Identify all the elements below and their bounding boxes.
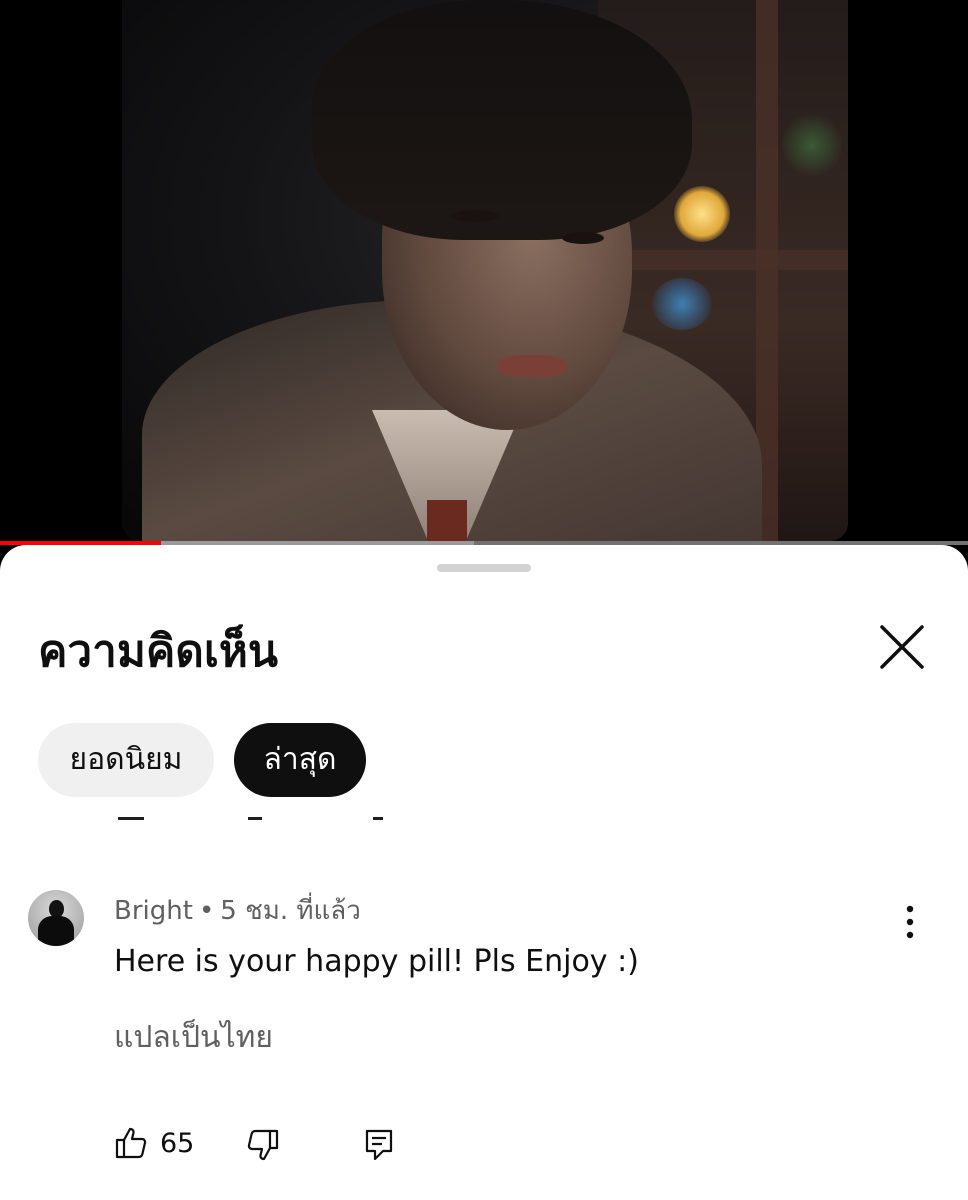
like-button[interactable] (114, 1126, 148, 1160)
like-count: 65 (160, 1128, 195, 1159)
translate-link[interactable]: แปลเป็นไทย (114, 1018, 273, 1058)
comment-author[interactable]: Bright (114, 896, 193, 926)
video-player[interactable] (0, 0, 968, 545)
drag-handle[interactable] (437, 564, 531, 572)
comments-title: ความคิดเห็น (38, 626, 278, 677)
chip-top[interactable]: ยอดนิยม (38, 723, 214, 797)
close-icon (880, 625, 924, 669)
avatar-body (38, 916, 74, 946)
mouth (497, 355, 567, 377)
eye (562, 232, 604, 244)
avatar[interactable] (28, 890, 84, 946)
hair (312, 0, 692, 240)
reply-button[interactable] (364, 1128, 394, 1162)
bokeh-light (674, 186, 730, 242)
reply-icon (365, 1129, 393, 1161)
more-button[interactable] (896, 902, 924, 942)
video-frame[interactable] (122, 0, 848, 541)
dislike-button[interactable] (246, 1128, 280, 1162)
eye (452, 210, 498, 222)
previous-comment-cutoff (118, 807, 418, 825)
tie (427, 500, 467, 541)
meta-separator: • (198, 896, 215, 926)
comments-sheet: ความคิดเห็น ยอดนิยม ล่าสุด Bright • 5 ชม. … (0, 545, 968, 1200)
comment-time: 5 ชม. ที่แล้ว (220, 896, 361, 926)
comment-meta: Bright • 5 ชม. ที่แล้ว (114, 894, 361, 928)
more-vertical-icon (906, 905, 914, 939)
chip-newest[interactable]: ล่าสุด (234, 723, 366, 797)
bokeh-light (782, 110, 842, 180)
thumb-down-icon (247, 1129, 279, 1161)
comment-text: Here is your happy pill! Pls Enjoy :) (114, 944, 639, 979)
comment-item: Bright • 5 ชม. ที่แล้ว Here is your happy … (0, 890, 968, 1190)
window-bar (598, 250, 848, 270)
bokeh-light (652, 278, 712, 330)
close-button[interactable] (872, 617, 932, 677)
thumb-up-icon (115, 1127, 147, 1159)
